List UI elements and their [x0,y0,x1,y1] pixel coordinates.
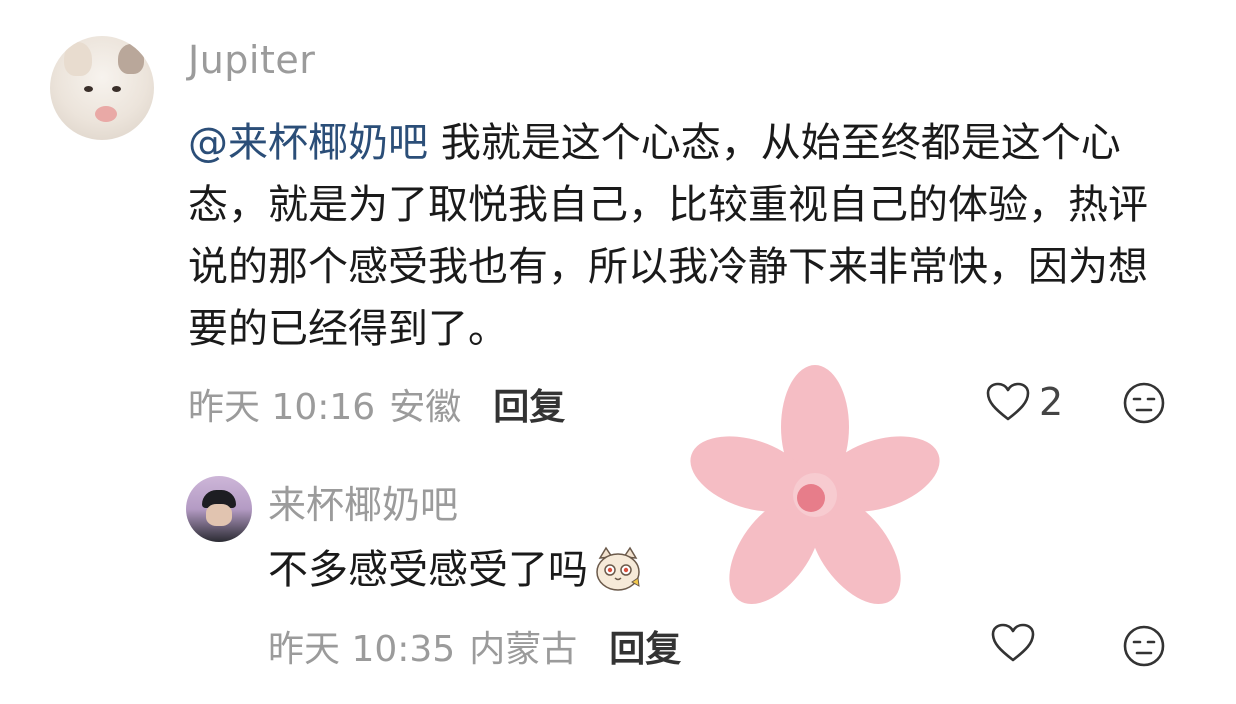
reply-button[interactable]: 回复 [493,378,565,430]
reply-emoji-reaction-button[interactable] [1122,624,1166,672]
mention-link[interactable]: @来杯椰奶吧 [188,120,428,166]
reply-avatar[interactable] [186,476,252,542]
reply-meta: 昨天 10:35 内蒙古 回复 [268,620,681,672]
reply-text: 不多感受感受了吗 [268,540,644,600]
timestamp: 昨天 10:16 [188,387,376,428]
emoji-reaction-button[interactable] [1122,381,1166,429]
comment-meta: 昨天 10:16 安徽 回复 [188,378,565,430]
meh-face-icon [1123,625,1165,667]
heart-outline-icon [991,623,1035,662]
reply-like-button[interactable] [990,622,1036,668]
flower-decoration [690,365,940,605]
reply-username[interactable]: 来杯椰奶吧 [268,474,458,529]
reply-reply-button[interactable]: 回复 [609,620,681,672]
cat-sticker-icon [596,546,640,591]
comment-thread: Jupiter @来杯椰奶吧 我就是这个心态，从始至终都是这个心态，就是为了取悦… [0,0,1236,704]
username[interactable]: Jupiter [188,38,315,82]
like-count: 2 [1039,380,1064,424]
location: 安徽 [389,387,462,428]
heart-outline-icon [986,382,1030,421]
reply-location: 内蒙古 [469,629,578,670]
meh-face-icon [1123,382,1165,424]
reply-body: 不多感受感受了吗 [268,547,588,593]
like-button[interactable]: 2 [985,380,1063,424]
avatar[interactable] [50,36,154,140]
comment-text: @来杯椰奶吧 我就是这个心态，从始至终都是这个心态，就是为了取悦我自己，比较重视… [188,112,1178,360]
reply-timestamp: 昨天 10:35 [268,629,456,670]
